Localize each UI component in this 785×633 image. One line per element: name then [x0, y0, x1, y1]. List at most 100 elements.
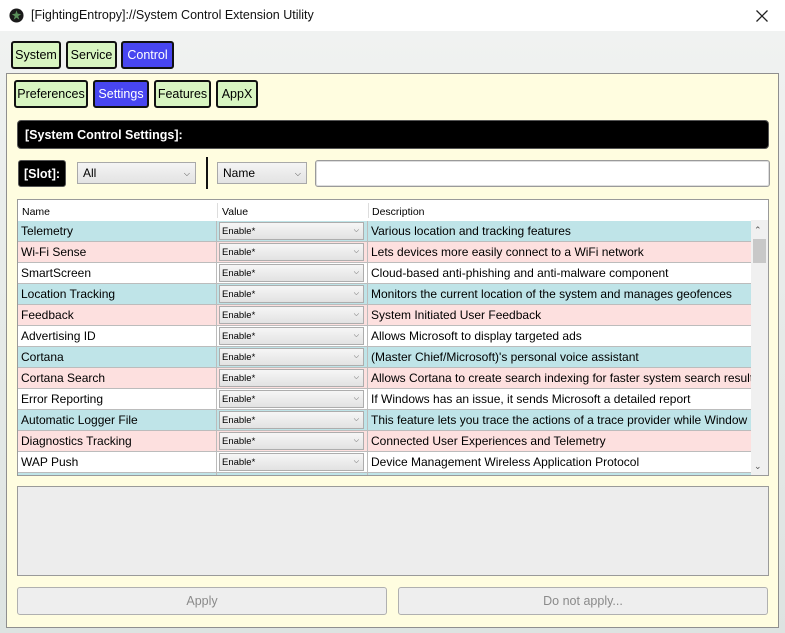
- title-bar: [FightingEntropy]://System Control Exten…: [0, 0, 785, 31]
- value-select[interactable]: Enable* ⌵: [219, 327, 364, 345]
- output-console: [17, 486, 769, 576]
- chevron-down-icon: ⌵: [183, 169, 190, 178]
- settings-grid: Name Value Description Telemetry Enable* ⌵…: [17, 199, 769, 476]
- cell-description: Various location and tracking features: [371, 224, 571, 238]
- value-select-text: Enable*: [222, 351, 256, 363]
- cell-description: If Windows has an issue, it sends Micros…: [371, 392, 691, 406]
- cell-value: Enable* ⌵: [217, 305, 368, 325]
- table-row[interactable]: [18, 473, 751, 475]
- cell-description: Connected User Experiences and Telemetry: [371, 434, 606, 448]
- slot-label: [Slot]:: [18, 160, 66, 187]
- cell-value: Enable* ⌵: [217, 347, 368, 367]
- apply-button[interactable]: Apply: [17, 587, 387, 615]
- cell-name: Automatic Logger File: [18, 410, 217, 430]
- cell-name: Telemetry: [18, 221, 217, 241]
- value-select[interactable]: Enable* ⌵: [219, 411, 364, 429]
- column-header-description[interactable]: Description: [372, 206, 425, 218]
- value-select[interactable]: Enable* ⌵: [219, 285, 364, 303]
- table-row[interactable]: Cortana Enable* ⌵ (Master Chief/Microsoft)'…: [18, 347, 751, 368]
- value-select-text: Enable*: [222, 267, 256, 279]
- value-select-text: Enable*: [222, 393, 256, 405]
- window-title: [FightingEntropy]://System Control Exten…: [31, 8, 314, 22]
- value-select[interactable]: Enable* ⌵: [219, 348, 364, 366]
- grid-scrollbar[interactable]: ⌃ ⌄: [751, 220, 768, 475]
- value-select-text: Enable*: [222, 435, 256, 447]
- value-select-text: Enable*: [222, 414, 256, 426]
- table-row[interactable]: SmartScreen Enable* ⌵ Cloud-based anti-phis…: [18, 263, 751, 284]
- cell-value: Enable* ⌵: [217, 242, 368, 262]
- table-row[interactable]: WAP Push Enable* ⌵ Device Management Wirele…: [18, 452, 751, 473]
- cell-value: Enable* ⌵: [217, 431, 368, 451]
- cell-description: Cloud-based anti-phishing and anti-malwa…: [371, 266, 669, 280]
- cell-name: Wi-Fi Sense: [18, 242, 217, 262]
- cell-name: Cortana Search: [18, 368, 217, 388]
- cell-value: Enable* ⌵: [217, 410, 368, 430]
- tab-label: Settings: [98, 87, 144, 101]
- table-row[interactable]: Diagnostics Tracking Enable* ⌵ Connected Us…: [18, 431, 751, 452]
- value-select[interactable]: Enable* ⌵: [219, 390, 364, 408]
- cell-description: Allows Cortana to create search indexing…: [371, 371, 751, 385]
- cell-name: Location Tracking: [18, 284, 217, 304]
- cell-name: Advertising ID: [18, 326, 217, 346]
- chevron-down-icon[interactable]: ⌄: [754, 461, 762, 472]
- cell-value: Enable* ⌵: [217, 368, 368, 388]
- app-icon: [9, 8, 24, 23]
- value-select-text: Enable*: [222, 456, 256, 468]
- grid-rows: Telemetry Enable* ⌵ Various location and tr…: [18, 221, 751, 475]
- table-row[interactable]: Cortana Search Enable* ⌵ Allows Cortana to …: [18, 368, 751, 389]
- value-select[interactable]: Enable* ⌵: [219, 306, 364, 324]
- chevron-down-icon: ⌵: [353, 437, 359, 444]
- close-button[interactable]: [739, 0, 785, 31]
- cell-name: Diagnostics Tracking: [18, 431, 217, 451]
- cell-value: Enable* ⌵: [217, 263, 368, 283]
- tab-preferences[interactable]: Preferences: [14, 80, 88, 108]
- tab-features[interactable]: Features: [154, 80, 211, 108]
- value-select-text: Enable*: [222, 372, 256, 384]
- cell-name: Feedback: [18, 305, 217, 325]
- chevron-down-icon: ⌵: [353, 311, 359, 318]
- value-select[interactable]: Enable* ⌵: [219, 453, 364, 471]
- table-row[interactable]: Location Tracking Enable* ⌵ Monitors the cu…: [18, 284, 751, 305]
- cell-description: (Master Chief/Microsoft)'s personal voic…: [371, 350, 639, 364]
- cell-value: Enable* ⌵: [217, 389, 368, 409]
- column-header-name[interactable]: Name: [22, 206, 50, 218]
- grid-header: Name Value Description: [18, 200, 751, 220]
- column-header-value[interactable]: Value: [222, 206, 248, 218]
- table-row[interactable]: Feedback Enable* ⌵ System Initiated User Fe…: [18, 305, 751, 326]
- tab-settings[interactable]: Settings: [93, 80, 149, 108]
- table-row[interactable]: Automatic Logger File Enable* ⌵ This featur…: [18, 410, 751, 431]
- table-row[interactable]: Error Reporting Enable* ⌵ If Windows has an…: [18, 389, 751, 410]
- tab-control[interactable]: Control: [121, 41, 174, 69]
- tab-label: AppX: [221, 87, 253, 101]
- tab-service[interactable]: Service: [66, 41, 117, 69]
- divider: [206, 157, 208, 189]
- value-select[interactable]: Enable* ⌵: [219, 243, 364, 261]
- search-input[interactable]: [315, 160, 770, 187]
- table-row[interactable]: Wi-Fi Sense Enable* ⌵ Lets devices more eas…: [18, 242, 751, 263]
- chevron-down-icon: ⌵: [353, 290, 359, 297]
- value-select-text: Enable*: [222, 225, 256, 237]
- cell-description: This feature lets you trace the actions …: [371, 413, 748, 427]
- tab-system[interactable]: System: [11, 41, 61, 69]
- value-select[interactable]: Enable* ⌵: [219, 222, 364, 240]
- scrollbar-thumb[interactable]: [753, 239, 766, 263]
- table-row[interactable]: Advertising ID Enable* ⌵ Allows Microsoft t…: [18, 326, 751, 347]
- value-select[interactable]: Enable* ⌵: [219, 264, 364, 282]
- chevron-down-icon: ⌵: [294, 169, 301, 178]
- chevron-down-icon: ⌵: [353, 353, 359, 360]
- tab-appx[interactable]: AppX: [216, 80, 258, 108]
- slot-select-value: All: [83, 166, 97, 180]
- cell-value: Enable* ⌵: [217, 221, 368, 241]
- cell-description: [368, 473, 751, 475]
- property-select[interactable]: Name ⌵: [217, 162, 307, 184]
- cell-name: Error Reporting: [18, 389, 217, 409]
- cell-value: Enable* ⌵: [217, 284, 368, 304]
- chevron-up-icon[interactable]: ⌃: [754, 225, 762, 236]
- tab-label: Features: [157, 87, 208, 101]
- value-select[interactable]: Enable* ⌵: [219, 432, 364, 450]
- slot-select[interactable]: All ⌵: [77, 162, 196, 184]
- value-select[interactable]: Enable* ⌵: [219, 369, 364, 387]
- value-select-text: Enable*: [222, 288, 256, 300]
- do-not-apply-button[interactable]: Do not apply...: [398, 587, 768, 615]
- table-row[interactable]: Telemetry Enable* ⌵ Various location and tr…: [18, 221, 751, 242]
